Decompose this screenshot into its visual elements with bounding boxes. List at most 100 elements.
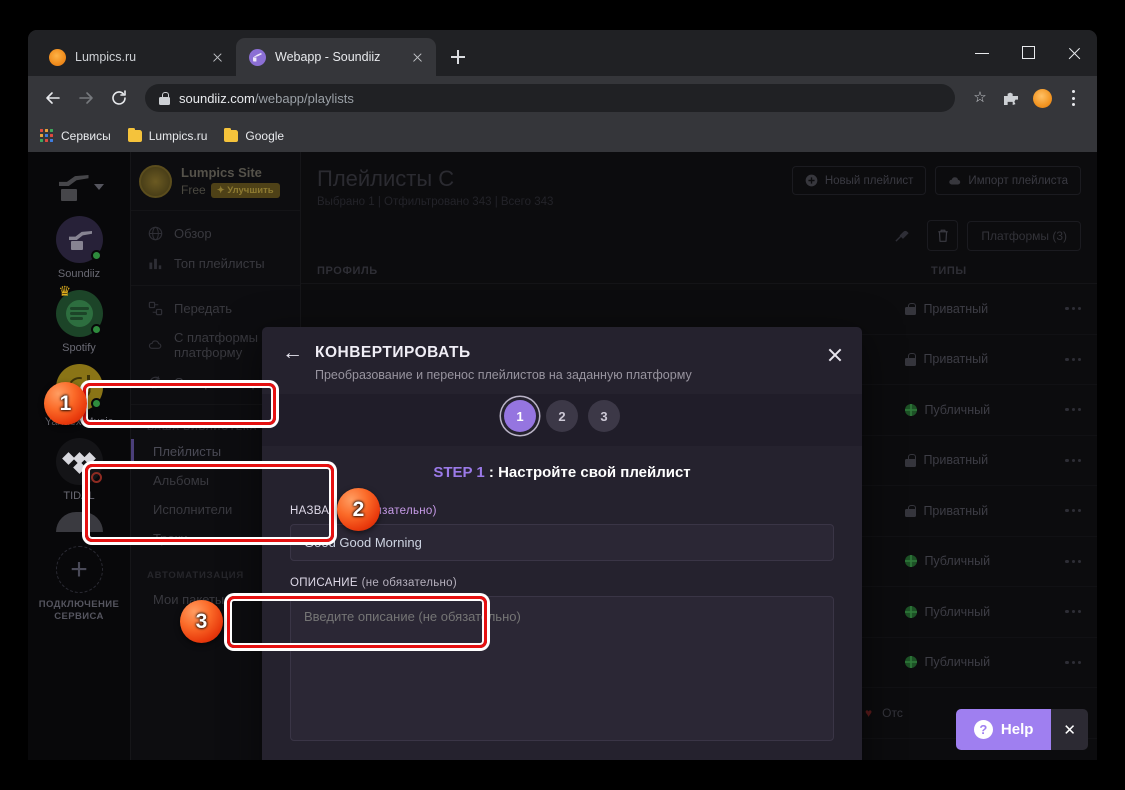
folder-icon <box>224 130 238 142</box>
reload-icon[interactable] <box>104 83 134 113</box>
step-title-rest: : Настройте свой плейлист <box>485 464 691 481</box>
sidebar-item-overview[interactable]: Обзор <box>131 218 300 248</box>
folder-icon <box>128 130 142 142</box>
globe-icon <box>905 606 917 618</box>
description-textarea[interactable] <box>290 596 834 741</box>
plus-icon: + <box>56 546 103 593</box>
soundiiz-hand-logo[interactable] <box>28 158 130 216</box>
profile-avatar[interactable] <box>1028 84 1056 112</box>
row-menu-icon[interactable] <box>1065 661 1081 664</box>
close-icon[interactable] <box>826 346 844 364</box>
row-menu-icon[interactable] <box>1065 358 1081 361</box>
help-label: Help <box>1001 721 1034 738</box>
description-field-hint: (не обязательно) <box>362 577 457 589</box>
add-service-button[interactable]: + ПОДКЛЮЧЕНИЕ СЕРВИСА <box>28 546 130 623</box>
button-label: Новый плейлист <box>825 175 914 187</box>
row-menu-icon[interactable] <box>1065 610 1081 613</box>
hand-logo-glyph <box>55 173 89 201</box>
help-button[interactable]: ? Help <box>956 709 1052 750</box>
service-tidal[interactable]: TIDAL <box>28 438 130 503</box>
hand-logo-glyph <box>66 229 92 250</box>
row-type: Публичный <box>905 403 1055 417</box>
status-dot <box>91 324 102 335</box>
browser-toolbar: soundiiz.com/webapp/playlists ☆ <box>28 76 1097 120</box>
row-menu-icon[interactable] <box>1065 459 1081 462</box>
description-field-label: ОПИСАНИЕ (не обязательно) <box>290 575 834 589</box>
service-spotify[interactable]: ♛ Spotify <box>28 290 130 355</box>
new-playlist-button[interactable]: Новый плейлист <box>792 166 927 195</box>
platform-filter-select[interactable]: Платформы (3) <box>967 221 1081 251</box>
sidebar-item-label: Синхронизация <box>174 375 268 390</box>
bookmark-star-icon[interactable]: ☆ <box>966 84 994 112</box>
row-menu-icon[interactable] <box>1065 408 1081 411</box>
soundiiz-icon <box>56 216 103 263</box>
soundiiz-icon <box>249 49 266 66</box>
row-type: Приватный <box>905 504 1055 518</box>
annotation-badge-3: 3 <box>180 600 223 643</box>
new-tab-button[interactable] <box>444 43 472 71</box>
service-label: Spotify <box>62 342 96 355</box>
row-type-label: Приватный <box>923 504 988 518</box>
bookmark-google[interactable]: Google <box>224 129 284 143</box>
close-icon[interactable] <box>409 49 426 66</box>
bookmark-lumpics[interactable]: Lumpics.ru <box>128 129 208 143</box>
close-icon[interactable] <box>1051 30 1097 76</box>
sidebar-item-label: Плейлисты <box>153 444 221 459</box>
address-text: soundiiz.com/webapp/playlists <box>179 91 354 106</box>
browser-tab-lumpics[interactable]: Lumpics.ru <box>36 38 236 76</box>
arrow-left-icon[interactable]: ← <box>282 342 303 363</box>
tidal-icon <box>56 438 103 485</box>
row-menu-icon[interactable] <box>1065 509 1081 512</box>
broom-icon[interactable] <box>887 220 918 251</box>
account-block[interactable]: Lumpics Site Free ✦ Улучшить <box>131 152 300 210</box>
row-type-label: Приватный <box>923 302 988 316</box>
bookmark-label: Google <box>245 129 284 143</box>
step-1[interactable]: 1 <box>504 400 536 432</box>
puzzle-glyph <box>1004 91 1018 105</box>
row-type: Публичный <box>905 554 1055 568</box>
service-partial-next[interactable] <box>28 512 130 532</box>
maximize-icon[interactable] <box>1005 30 1051 76</box>
trash-icon[interactable] <box>927 220 958 251</box>
extensions-puzzle-icon[interactable] <box>997 84 1025 112</box>
upgrade-badge[interactable]: ✦ Улучшить <box>211 183 280 198</box>
row-menu-icon[interactable] <box>1065 307 1081 310</box>
question-icon: ? <box>974 720 993 739</box>
row-type-label: Приватный <box>923 453 988 467</box>
status-dot <box>91 472 102 483</box>
bookmark-label: Сервисы <box>61 129 111 143</box>
sidebar-item-top-playlists[interactable]: Топ плейлисты <box>131 248 300 278</box>
sidebar-item-label: Передать <box>174 301 232 316</box>
address-bar[interactable]: soundiiz.com/webapp/playlists <box>145 84 955 112</box>
sidebar-item-label: Треки <box>153 531 188 546</box>
convert-modal: ← КОНВЕРТИРОВАТЬ Преобразование и перено… <box>262 327 862 760</box>
add-service-label-line1: ПОДКЛЮЧЕНИЕ <box>39 599 119 610</box>
sidebar-item-label: Альбомы <box>153 473 209 488</box>
bookmarks-bar: Сервисы Lumpics.ru Google <box>28 120 1097 152</box>
step-3[interactable]: 3 <box>588 400 620 432</box>
button-label: Импорт плейлиста <box>968 175 1068 187</box>
globe-icon <box>147 225 163 241</box>
header-buttons: Новый плейлист Импорт плейлиста <box>792 166 1081 195</box>
title-input[interactable] <box>290 524 834 561</box>
row-menu-icon[interactable] <box>1065 560 1081 563</box>
minimize-icon[interactable] <box>959 30 1005 76</box>
back-icon[interactable] <box>38 83 68 113</box>
browser-window: Lumpics.ru Webapp - Soundiiz <box>28 30 1097 760</box>
step-2[interactable]: 2 <box>546 400 578 432</box>
close-icon[interactable]: ✕ <box>1051 709 1088 750</box>
partial-service-icon <box>56 512 103 532</box>
chrome-menu-icon[interactable] <box>1059 84 1087 112</box>
table-toolbar: Платформы (3) <box>301 216 1097 259</box>
forward-icon[interactable] <box>71 83 101 113</box>
service-soundiiz[interactable]: Soundiiz <box>28 216 130 281</box>
close-icon[interactable] <box>209 49 226 66</box>
import-playlist-button[interactable]: Импорт плейлиста <box>935 166 1081 195</box>
avatar <box>139 165 172 198</box>
bookmark-services[interactable]: Сервисы <box>40 129 111 143</box>
sidebar-item-transfer[interactable]: Передать <box>131 293 300 323</box>
sync-icon <box>147 374 163 390</box>
browser-tab-soundiiz[interactable]: Webapp - Soundiiz <box>236 38 436 76</box>
help-widget: ? Help ✕ <box>956 709 1088 750</box>
apps-grid-icon <box>40 129 54 143</box>
